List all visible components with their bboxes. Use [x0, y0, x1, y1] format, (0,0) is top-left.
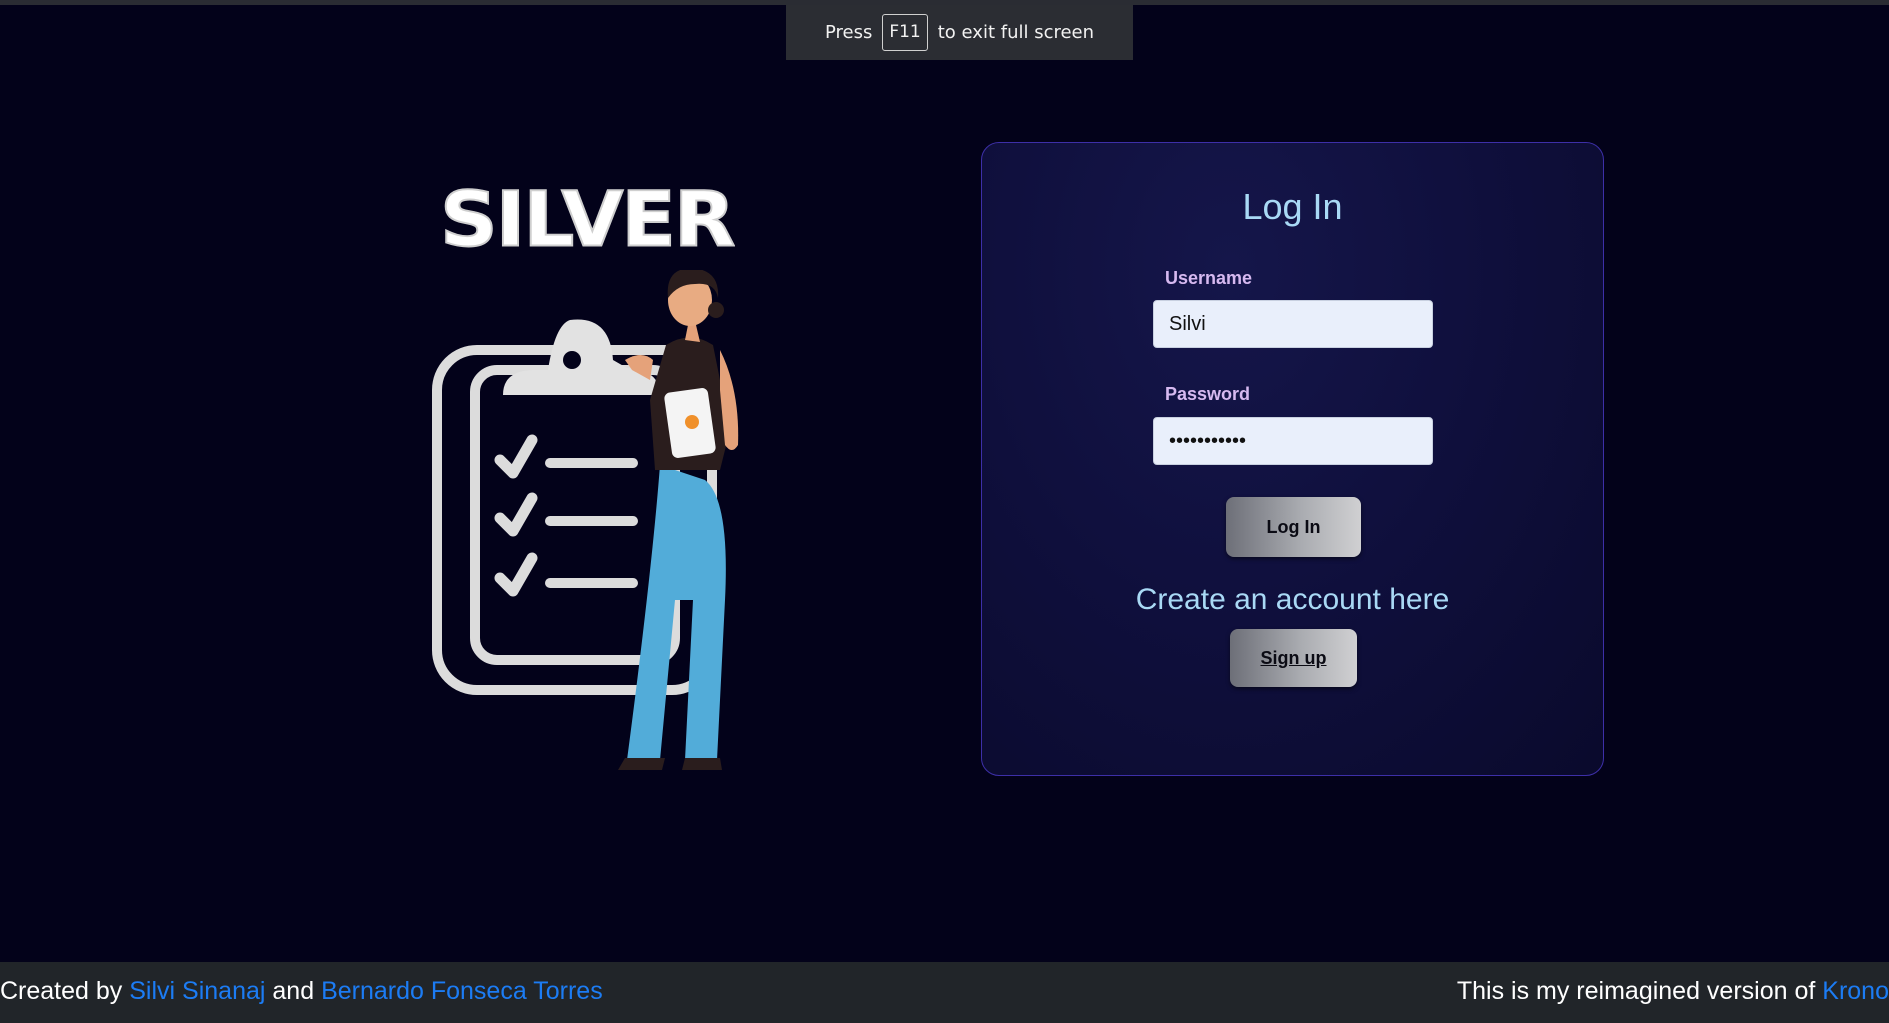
brand-logo: SILVER [439, 175, 737, 264]
create-account-text: Create an account here [1135, 583, 1450, 616]
footer-reimagined: This is my reimagined version of Krono [1457, 977, 1889, 1006]
fullscreen-notice-press: Press [824, 22, 873, 43]
footer-and: and [272, 977, 315, 1005]
footer-credits: Created by Silvi Sinanaj and Bernardo Fo… [0, 977, 603, 1006]
footer: Created by Silvi Sinanaj and Bernardo Fo… [0, 962, 1889, 1023]
login-card: Log In Username Password Log In Create a… [981, 142, 1604, 776]
username-input[interactable] [1153, 300, 1433, 348]
fullscreen-notice: Press F11 to exit full screen [786, 5, 1133, 60]
footer-created-by: Created by [0, 977, 123, 1005]
footer-reimagined-text: This is my reimagined version of [1456, 977, 1816, 1005]
login-button[interactable]: Log In [1226, 497, 1361, 557]
username-label: Username [1165, 268, 1253, 288]
password-input[interactable] [1153, 417, 1433, 465]
f11-key: F11 [882, 14, 928, 51]
password-label: Password [1165, 384, 1251, 404]
clipboard-person-illustration [432, 270, 739, 770]
login-title: Log In [1242, 186, 1343, 227]
krono-link[interactable]: Krono [1822, 977, 1889, 1005]
fullscreen-notice-suffix: to exit full screen [937, 22, 1095, 43]
author-link-bernardo[interactable]: Bernardo Fonseca Torres [321, 977, 603, 1005]
author-link-silvi[interactable]: Silvi Sinanaj [129, 977, 265, 1005]
signup-button[interactable]: Sign up [1230, 629, 1357, 687]
